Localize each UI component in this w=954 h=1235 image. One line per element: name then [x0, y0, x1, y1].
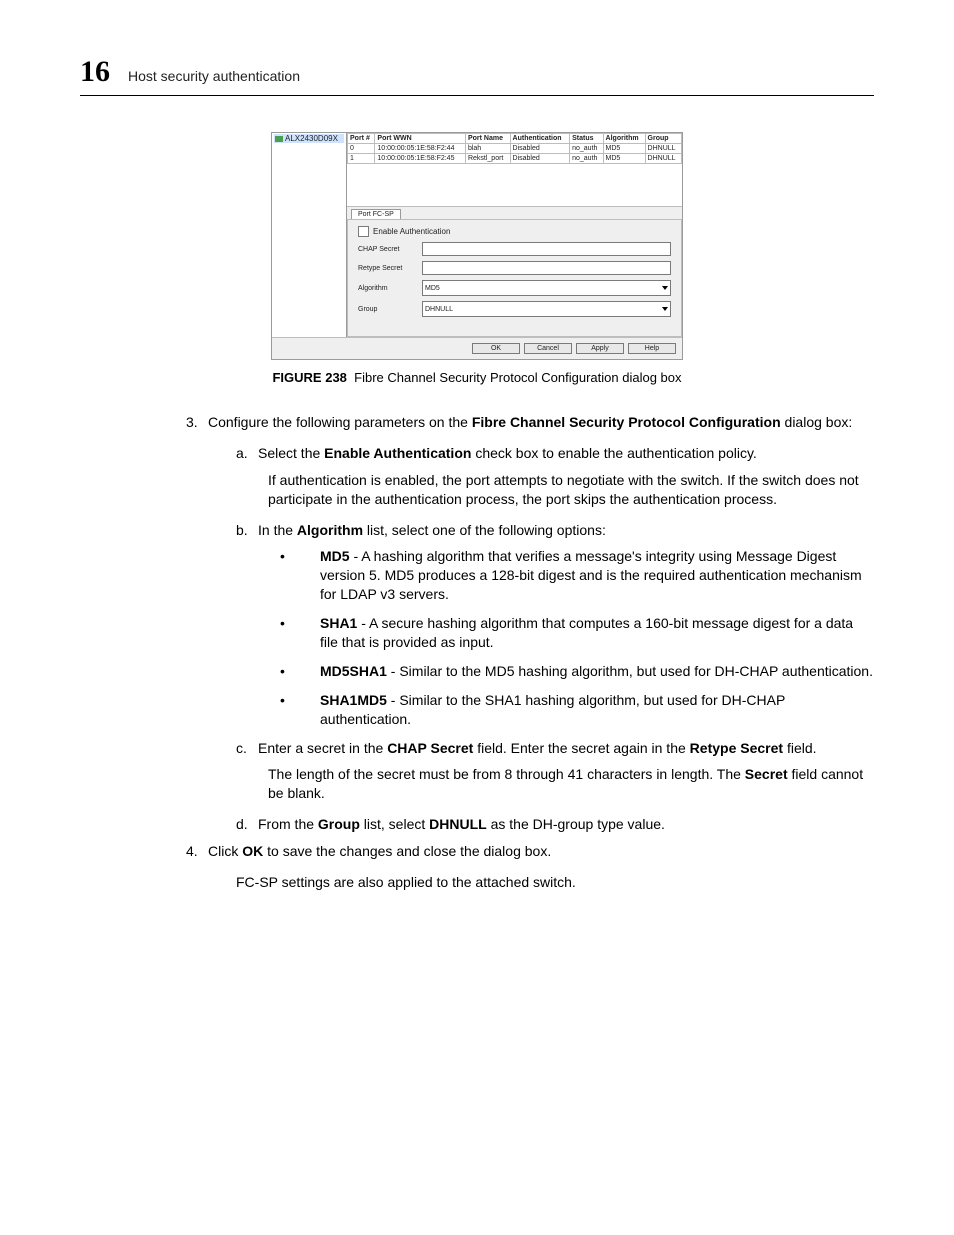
col-alg: Algorithm — [603, 134, 645, 144]
step-letter: d. — [236, 815, 258, 834]
figure-caption: FIGURE 238 Fibre Channel Security Protoc… — [80, 370, 874, 385]
chevron-down-icon — [662, 307, 668, 311]
ok-button[interactable]: OK — [472, 343, 520, 354]
chap-secret-input[interactable] — [422, 242, 671, 256]
step-4: 4.Click OK to save the changes and close… — [220, 842, 874, 861]
step-3c: c.Enter a secret in the CHAP Secret fiel… — [268, 739, 874, 758]
figure-caption-text: Fibre Channel Security Protocol Configur… — [354, 370, 681, 385]
enable-auth-label: Enable Authentication — [373, 227, 450, 236]
tree-node[interactable]: ALX2430D09X — [274, 134, 344, 143]
bullet-sha1md5: •SHA1MD5 - Similar to the SHA1 hashing a… — [320, 691, 874, 729]
group-value: DHNULL — [425, 306, 453, 313]
step-4-note: FC-SP settings are also applied to the a… — [236, 873, 874, 892]
algorithm-value: MD5 — [425, 285, 440, 292]
bullet-sha1: •SHA1 - A secure hashing algorithm that … — [320, 614, 874, 652]
step-3b: b.In the Algorithm list, select one of t… — [268, 521, 874, 540]
running-header: 16 Host security authentication — [80, 55, 874, 96]
retype-secret-input[interactable] — [422, 261, 671, 275]
port-table: Port # Port WWN Port Name Authentication… — [347, 133, 682, 164]
help-button[interactable]: Help — [628, 343, 676, 354]
step-letter: c. — [236, 739, 258, 758]
tab-port-fcsp[interactable]: Port FC-SP — [351, 209, 401, 219]
step-3: 3.Configure the following parameters on … — [220, 413, 874, 432]
col-group: Group — [645, 134, 681, 144]
step-3c-note: The length of the secret must be from 8 … — [268, 765, 874, 803]
fcsp-dialog-screenshot: ALX2430D09X Port # Port WWN Port Name Au… — [271, 132, 683, 360]
bullet-md5: •MD5 - A hashing algorithm that verifies… — [320, 547, 874, 604]
algorithm-select[interactable]: MD5 — [422, 280, 671, 296]
step-number: 4. — [186, 842, 208, 861]
table-row[interactable]: 1 10:00:00:05:1E:58:F2:45 Rekstl_port Di… — [348, 154, 682, 164]
chapter-title: Host security authentication — [128, 68, 300, 84]
chapter-number: 16 — [80, 55, 110, 89]
step-3a-note: If authentication is enabled, the port a… — [268, 471, 874, 509]
retype-secret-label: Retype Secret — [358, 265, 422, 272]
adapter-icon — [275, 136, 283, 142]
col-wwn: Port WWN — [375, 134, 466, 144]
tree-panel: ALX2430D09X — [272, 133, 347, 337]
col-port: Port # — [348, 134, 375, 144]
step-3d: d.From the Group list, select DHNULL as … — [268, 815, 874, 834]
group-select[interactable]: DHNULL — [422, 301, 671, 317]
step-letter: a. — [236, 444, 258, 463]
apply-button[interactable]: Apply — [576, 343, 624, 354]
step-number: 3. — [186, 413, 208, 432]
algorithm-label: Algorithm — [358, 285, 422, 292]
tree-node-label: ALX2430D09X — [285, 134, 338, 143]
chap-secret-label: CHAP Secret — [358, 246, 422, 253]
figure-label: FIGURE 238 — [272, 370, 346, 385]
bullet-md5sha1: •MD5SHA1 - Similar to the MD5 hashing al… — [320, 662, 874, 681]
tab-strip: Port FC-SP — [347, 206, 682, 219]
fcsp-form: Enable Authentication CHAP Secret Retype… — [347, 219, 682, 337]
table-row[interactable]: 0 10:00:00:05:1E:58:F2:44 blah Disabled … — [348, 144, 682, 154]
col-auth: Authentication — [510, 134, 570, 144]
cancel-button[interactable]: Cancel — [524, 343, 572, 354]
dialog-button-bar: OK Cancel Apply Help — [272, 337, 682, 359]
group-label: Group — [358, 306, 422, 313]
step-letter: b. — [236, 521, 258, 540]
step-3a: a.Select the Enable Authentication check… — [268, 444, 874, 463]
enable-auth-checkbox[interactable] — [358, 226, 369, 237]
col-status: Status — [570, 134, 603, 144]
col-name: Port Name — [465, 134, 510, 144]
chevron-down-icon — [662, 286, 668, 290]
